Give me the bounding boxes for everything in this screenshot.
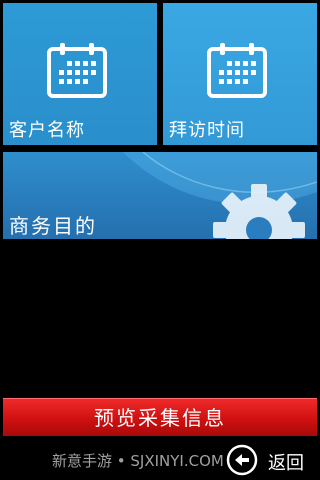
- watermark-text: 新意手游 • SJXINYI.COM: [52, 452, 224, 470]
- customer-name-label: 客户名称: [9, 120, 85, 141]
- preview-collected-info-button[interactable]: 预览采集信息: [3, 398, 317, 436]
- customer-name-tile[interactable]: 客户名称: [3, 3, 157, 145]
- business-purpose-tile[interactable]: 商务目的: [3, 152, 317, 239]
- back-button-label[interactable]: 返回: [268, 449, 304, 475]
- visit-time-label: 拜访时间: [169, 120, 245, 141]
- back-arrow-icon[interactable]: [226, 444, 258, 476]
- business-purpose-label: 商务目的: [9, 214, 97, 238]
- calendar-icon: [47, 43, 107, 98]
- calendar-icon: [207, 43, 267, 98]
- visit-time-tile[interactable]: 拜访时间: [163, 3, 317, 145]
- gear-icon: [213, 184, 305, 239]
